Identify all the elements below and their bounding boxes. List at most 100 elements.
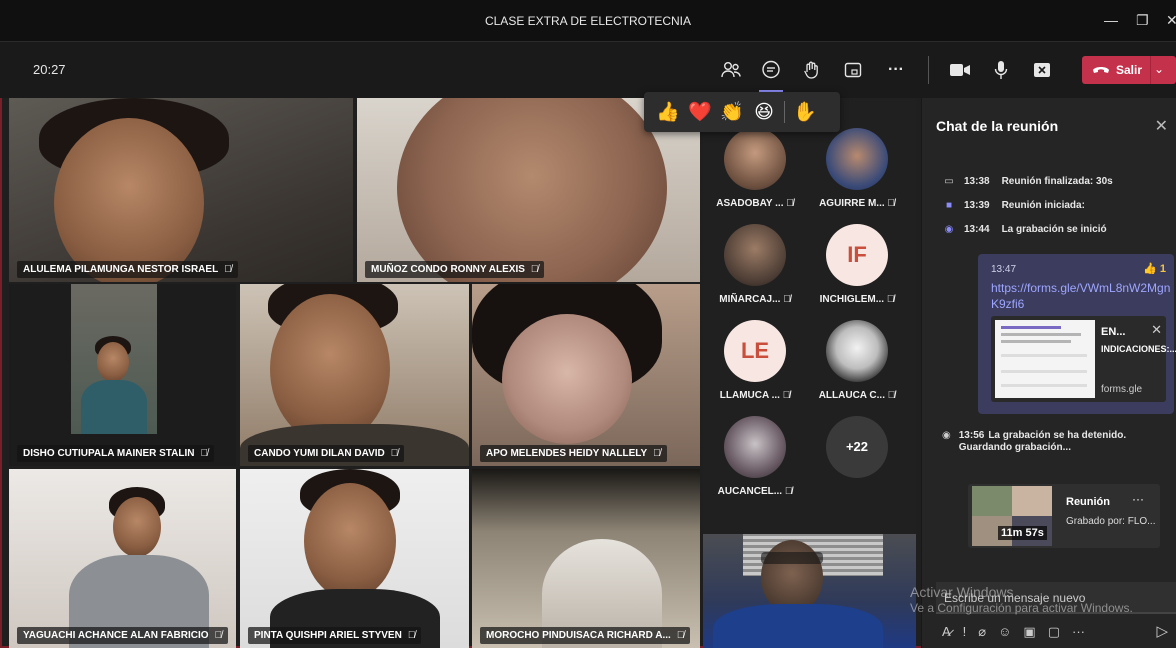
close-icon[interactable]: ✕ (1155, 116, 1168, 136)
message-link[interactable]: https://forms.gle/VWmL8nW2MgnK9zfi6 (991, 280, 1171, 312)
recording-card[interactable]: 11m 57s Reunión ··· Grabado por: FLO... (968, 484, 1160, 548)
more-options-icon[interactable]: ··· (1132, 492, 1144, 506)
close-preview-icon[interactable]: ✕ (1151, 322, 1162, 338)
raise-hand-reaction-icon[interactable]: ✋ (793, 100, 817, 124)
message-time: 13:47 (991, 264, 1017, 275)
close-window-icon[interactable]: ✕ (1166, 12, 1176, 29)
video-tile[interactable]: CANDO YUMI DILAN DAVID 🎙̸ (240, 284, 469, 466)
chat-icon[interactable] (757, 56, 785, 84)
reaction-divider (784, 101, 785, 123)
preview-domain: forms.gle (1101, 384, 1143, 395)
meeting-clock: 20:27 (33, 62, 66, 77)
window-title: CLASE EXTRA DE ELECTROTECNIA (484, 14, 692, 28)
roster-item[interactable]: MIÑARCAJ... 🎙̸ (703, 224, 807, 305)
rooms-icon[interactable] (839, 56, 867, 84)
send-icon[interactable]: ▷ (1156, 622, 1168, 640)
roster-item[interactable]: AUCANCEL... 🎙̸ (703, 416, 807, 497)
video-tile[interactable]: MOROCHO PINDUISACA RICHARD A... 🎙̸ (472, 469, 700, 648)
meeting-toolbar: 20:27 ··· Salir ⌄ (0, 42, 1176, 98)
restore-icon[interactable]: ❐ (1136, 12, 1149, 29)
microphone-icon[interactable] (987, 56, 1015, 84)
gif-icon[interactable]: ▣ (1023, 624, 1035, 640)
participant-roster: ASADOBAY ... 🎙̸ AGUIRRE M... 🎙̸ MIÑARCAJ… (703, 98, 916, 534)
participant-name-tag: YAGUACHI ACHANCE ALAN FABRICIO 🎙̸ (17, 627, 229, 644)
chat-event: ◉ 13:44 La grabación se inició (942, 224, 1107, 235)
more-options-icon[interactable]: ··· (882, 56, 910, 84)
mic-off-icon: 🎙̸ (407, 630, 416, 641)
roster-item[interactable]: ALLAUCA C... 🎙̸ (805, 320, 909, 401)
avatar: LE (724, 320, 786, 382)
applause-reaction-icon[interactable]: 👏 (720, 100, 744, 124)
link-preview-card[interactable]: EN... ✕ INDICACIONES:... forms.gle (991, 316, 1176, 402)
participant-name-tag: APO MELENDES HEIDY NALLELY 🎙̸ (480, 445, 667, 462)
more-icon[interactable]: ··· (1072, 624, 1085, 640)
preview-description: INDICACIONES:... (1101, 344, 1176, 354)
toolbar-divider (928, 56, 929, 84)
mic-off-icon: 🎙̸ (224, 264, 232, 275)
chat-panel: Chat de la reunión ✕ ▭ 13:38 Reunión fina… (921, 98, 1176, 648)
roster-item[interactable]: ASADOBAY ... 🎙̸ (703, 128, 807, 209)
more-participants-button[interactable]: +22 (805, 416, 909, 478)
heart-reaction-icon[interactable]: ❤️ (688, 100, 712, 124)
participant-name-tag: CANDO YUMI DILAN DAVID 🎙̸ (248, 445, 405, 462)
share-screen-icon[interactable] (1028, 56, 1056, 84)
mic-off-icon: 🎙̸ (676, 630, 685, 641)
attach-icon[interactable]: ⌀ (978, 624, 986, 640)
mic-off-icon: 🎙̸ (214, 630, 223, 641)
priority-icon[interactable]: ! (963, 624, 967, 640)
self-video[interactable] (703, 534, 916, 648)
video-tile[interactable]: YAGUACHI ACHANCE ALAN FABRICIO 🎙̸ (9, 469, 236, 648)
reaction-picker: 👍 ❤️ 👏 😆 ✋ (644, 92, 840, 132)
mic-off-icon: 🎙̸ (782, 390, 791, 401)
mic-off-icon: 🎙̸ (786, 198, 794, 209)
mic-off-icon: 🎙̸ (886, 294, 895, 305)
recording-icon: ◉ (944, 224, 954, 235)
recording-duration: 11m 57s (998, 526, 1047, 540)
leave-split (1150, 56, 1151, 84)
laugh-reaction-icon[interactable]: 😆 (752, 101, 776, 124)
compose-toolbar: A̷ ! ⌀ ☺ ▣ ▢ ··· (942, 624, 1085, 640)
participant-name-tag: MOROCHO PINDUISACA RICHARD A... 🎙̸ (480, 627, 691, 644)
recording-stopped-icon: ◉ (942, 430, 951, 441)
activation-watermark: Activar Windows Ve a Configuración para … (910, 584, 1133, 615)
video-tile[interactable]: DISHO CUTIUPALA MAINER STALIN 🎙̸ (9, 284, 236, 466)
roster-item[interactable]: LE LLAMUCA ... 🎙̸ (703, 320, 807, 401)
avatar (826, 128, 888, 190)
chat-message[interactable]: 13:47 👍 1 https://forms.gle/VWmL8nW2MgnK… (978, 254, 1176, 414)
avatar: IF (826, 224, 888, 286)
mic-off-icon: 🎙̸ (653, 448, 661, 459)
title-bar: CLASE EXTRA DE ELECTROTECNIA — ❐ ✕ (0, 0, 1176, 42)
participant-name-tag: DISHO CUTIUPALA MAINER STALIN 🎙̸ (17, 445, 214, 462)
camera-icon[interactable] (946, 56, 974, 84)
chat-event: ▭ 13:38 Reunión finalizada: 30s (942, 176, 1112, 187)
like-reaction-icon[interactable]: 👍 (656, 100, 680, 124)
avatar (724, 128, 786, 190)
hang-up-icon (1092, 61, 1110, 79)
like-count[interactable]: 👍 1 (1143, 262, 1166, 275)
chat-event: ◉ 13:56 La grabación se ha detenido. Guar… (942, 430, 1127, 453)
avatar (826, 320, 888, 382)
raise-hand-icon[interactable] (798, 56, 826, 84)
emoji-icon[interactable]: ☺ (998, 624, 1011, 640)
recording-title: Reunión (1066, 496, 1110, 508)
minimize-icon[interactable]: — (1104, 12, 1118, 28)
participants-icon[interactable] (717, 56, 745, 84)
video-tile[interactable]: APO MELENDES HEIDY NALLELY 🎙̸ (472, 284, 700, 466)
chevron-down-icon[interactable]: ⌄ (1154, 62, 1164, 76)
roster-item[interactable]: AGUIRRE M... 🎙̸ (805, 128, 909, 209)
meeting-started-icon: ■ (945, 200, 953, 211)
leave-button[interactable]: Salir ⌄ (1082, 56, 1176, 84)
mic-off-icon: 🎙̸ (887, 198, 895, 209)
chat-title: Chat de la reunión (936, 118, 1059, 134)
participant-name-tag: MUÑOZ CONDO RONNY ALEXIS 🎙̸ (365, 261, 545, 278)
video-tile[interactable]: ALULEMA PILAMUNGA NESTOR ISRAEL 🎙̸ (9, 98, 353, 282)
leave-label: Salir (1116, 63, 1143, 77)
sticker-icon[interactable]: ▢ (1048, 624, 1060, 640)
format-icon[interactable]: A̷ (942, 624, 951, 640)
mic-off-icon: 🎙̸ (200, 448, 208, 459)
mic-off-icon: 🎙̸ (783, 294, 791, 305)
mic-off-icon: 🎙̸ (530, 264, 539, 275)
avatar (724, 416, 786, 478)
roster-item[interactable]: IF INCHIGLEM... 🎙̸ (805, 224, 909, 305)
video-tile[interactable]: PINTA QUISHPI ARIEL STYVEN 🎙̸ (240, 469, 469, 648)
